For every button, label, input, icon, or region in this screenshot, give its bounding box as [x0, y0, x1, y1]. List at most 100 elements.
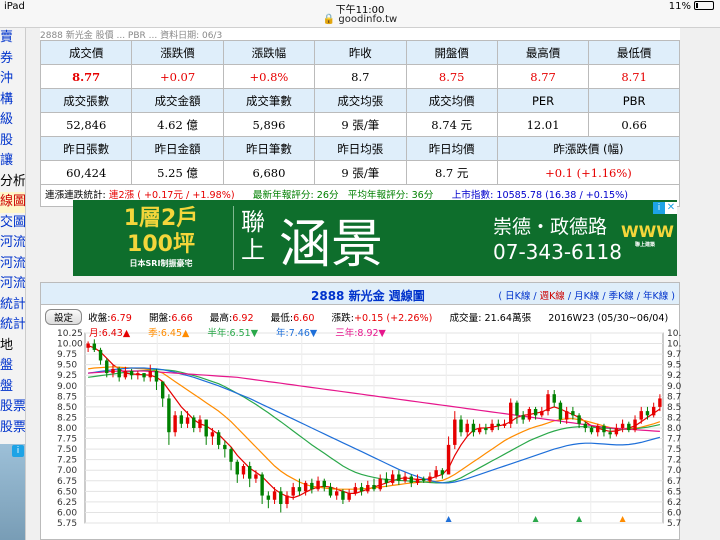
chart-info-bar: 設定 收盤:6.79 開盤:6.66 最高:6.92 最低:6.60 漲跌:+0…: [45, 309, 668, 325]
candle-body: [92, 343, 97, 350]
sidebar-item[interactable]: 統計: [0, 315, 25, 336]
settings-button[interactable]: 設定: [45, 309, 83, 325]
quote-header-cell: PER: [496, 88, 590, 113]
candle-body: [446, 444, 451, 475]
sidebar-item[interactable]: 統計: [0, 295, 25, 316]
candle-body: [335, 491, 339, 496]
ad-logo-sub: 聯上建築: [634, 242, 655, 248]
candle-body: [310, 482, 314, 490]
banner-ad[interactable]: 1層2戶 100坪 日本SRI制振豪宅 聯上 涵景 崇德・政德路 07-343-…: [73, 200, 677, 276]
y-tick-label-right: 9.75: [667, 350, 681, 360]
sidebar-item[interactable]: 賣: [0, 28, 25, 49]
candle-body: [347, 493, 351, 500]
quote-value-cell: 8.75: [405, 64, 498, 89]
y-tick-label-right: 9.25: [667, 371, 681, 381]
candle-body: [167, 398, 171, 433]
low-label: 最低:: [270, 313, 294, 324]
quote-header-cell: 昨日均價: [405, 136, 498, 161]
sidebar-item[interactable]: 級: [0, 110, 25, 131]
candle-body: [173, 415, 177, 433]
candle-body: [571, 411, 575, 416]
candle-body: [235, 461, 239, 475]
sidebar-item[interactable]: 河流圖: [0, 274, 25, 295]
candle-body: [515, 402, 519, 416]
url-bar[interactable]: 🔒 goodinfo.tw: [0, 14, 720, 28]
quote-header-cell: 昨收: [314, 40, 407, 65]
y-tick-label-right: 8.50: [667, 403, 681, 413]
sidebar-item[interactable]: 股票: [0, 418, 25, 439]
candle-body: [210, 432, 215, 437]
candle-body: [111, 368, 115, 374]
candle-body: [384, 478, 389, 483]
sidebar-item[interactable]: 股: [0, 131, 25, 152]
sidebar-item[interactable]: 河流圖: [0, 254, 25, 275]
candle-body: [583, 423, 588, 428]
sidebar-item[interactable]: 線圖: [0, 192, 25, 213]
candle-body: [608, 432, 612, 435]
close-label: 收盤:: [88, 313, 111, 324]
quote-header-cell: 成交金額: [131, 88, 224, 113]
y-tick-label-right: 10.00: [667, 340, 681, 350]
candle-body: [105, 360, 109, 374]
y-tick-label-left: 8.25: [57, 413, 77, 423]
y-tick-label-left: 6.50: [57, 487, 77, 497]
sidebar-item[interactable]: 沖: [0, 69, 25, 90]
y-tick-label-right: 8.25: [667, 413, 681, 423]
y-tick-label-right: 7.50: [667, 445, 681, 455]
y-tick-label-right: 9.50: [667, 361, 681, 371]
high-label: 最高:: [209, 313, 233, 324]
high-value: 6.92: [232, 313, 254, 324]
candle-body: [477, 428, 482, 433]
quote-value-cell: 8.7: [314, 64, 407, 89]
candle-body: [496, 423, 501, 426]
y-tick-label-right: 6.50: [667, 487, 681, 497]
battery-percent: 11%: [668, 1, 691, 12]
top-strip: 2888 新光金 股價 ... PBR ... 資料日期: 06/3: [40, 28, 680, 40]
candle-body: [204, 419, 208, 437]
candle-body: [328, 487, 333, 496]
sidebar-item[interactable]: 交圖: [0, 213, 25, 234]
candle-body: [353, 487, 358, 494]
candle-body: [297, 487, 302, 492]
candle-body: [260, 474, 264, 496]
quote-data-row: 52,846 4.62 億 5,896 9 張/筆 8.74 元 12.01 0.66: [39, 112, 680, 137]
ad-close-icon[interactable]: ✕: [665, 202, 677, 214]
ma-legend-item: 月:6.43▲: [89, 328, 131, 339]
candle-body: [633, 419, 637, 431]
candle-body: [154, 371, 159, 382]
sidebar-item[interactable]: 河流圖: [0, 233, 25, 254]
ma-legend-item: 半年:6.51▼: [207, 328, 259, 339]
ma-legend: 月:6.43▲ 季:6.45▲ 半年:6.51▼ 年:7.46▼ 三年:8.92▼: [89, 325, 404, 339]
y-tick-label-left: 7.00: [57, 466, 77, 476]
quote-header-cell: 昨日均張: [314, 136, 407, 161]
quote-header-cell: 最低價: [588, 40, 680, 65]
candle-body: [403, 476, 407, 481]
quote-header-cell: 成交均價: [405, 88, 498, 113]
candle-body: [564, 411, 569, 420]
ad-info-icon[interactable]: i: [653, 202, 665, 214]
quote-value-cell: +0.8%: [222, 64, 316, 89]
sidebar-item[interactable]: 盤: [0, 377, 25, 398]
quote-value-cell: 0.66: [588, 112, 680, 137]
y-tick-label-left: 9.75: [57, 350, 77, 360]
sidebar-ad[interactable]: i: [0, 444, 25, 540]
ad-info-icon[interactable]: i: [12, 445, 24, 457]
sidebar-item[interactable]: 盤: [0, 356, 25, 377]
sidebar-item[interactable]: 股票: [0, 397, 25, 418]
candle-body: [397, 474, 401, 481]
sidebar-item[interactable]: 讓: [0, 151, 25, 172]
sidebar-item[interactable]: 券: [0, 49, 25, 70]
change-value: +0.15 (+2.26%): [353, 313, 433, 324]
quote-header-cell: 成交筆數: [222, 88, 316, 113]
volume-value: 成交量: 21.64萬張: [449, 313, 532, 324]
week-range: 2016W23 (05/30~06/04): [548, 313, 669, 324]
battery-indicator: 11%: [669, 1, 714, 12]
candle-body: [229, 449, 233, 462]
y-tick-label-left: 6.75: [57, 477, 77, 487]
candle-body: [540, 411, 544, 416]
candle-body: [415, 478, 420, 483]
candle-body: [602, 425, 606, 433]
sidebar-item[interactable]: 構: [0, 90, 25, 111]
ma-legend-item: 三年:8.92▼: [335, 328, 386, 339]
candle-body: [366, 485, 370, 492]
